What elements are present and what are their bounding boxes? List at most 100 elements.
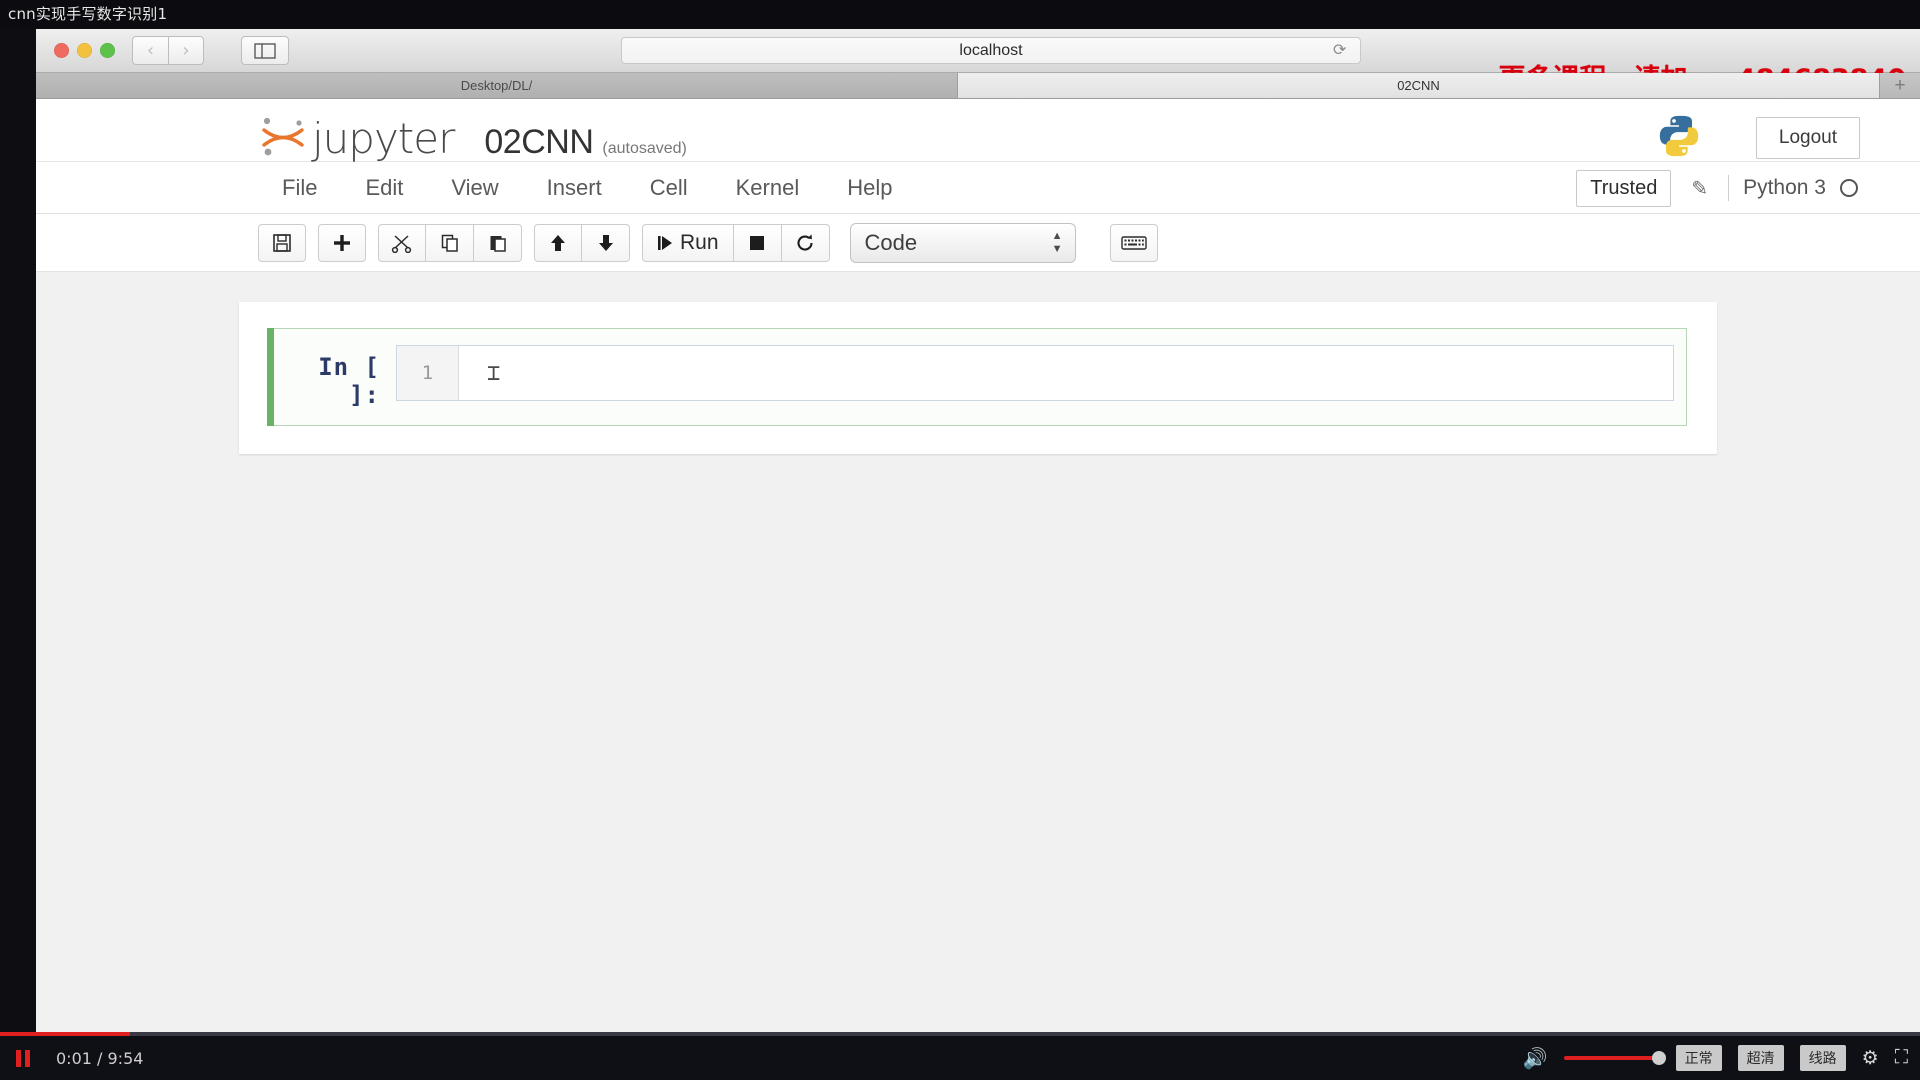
tab-strip: Desktop/DL/ 02CNN +: [36, 73, 1920, 99]
new-tab-button[interactable]: +: [1880, 73, 1920, 98]
notebook-cell[interactable]: In [ ]: 1 ⌶: [239, 328, 1717, 426]
jupyter-brand[interactable]: jupyter 02CNN (autosaved): [258, 107, 687, 163]
jupyter-logo-icon: [262, 117, 304, 156]
speaker-icon[interactable]: 🔊: [1523, 1046, 1548, 1071]
sidebar-toggle-icon: [254, 42, 276, 59]
save-button[interactable]: [258, 223, 306, 262]
notebook-body: In [ ]: 1 ⌶: [36, 272, 1920, 1032]
browser-toolbar: ‹ › localhost ⟳ 更多课程，请加qq:484683840: [36, 29, 1920, 95]
browser-window: ‹ › localhost ⟳ 更多课程，请加qq:484683840 Desk…: [36, 29, 1920, 1032]
run-button-label: Run: [680, 230, 719, 254]
menu-view[interactable]: View: [427, 169, 522, 207]
code-line-number: 1: [397, 346, 459, 400]
toolbar-group-clipboard: [378, 223, 522, 262]
gear-icon[interactable]: ⚙: [1862, 1047, 1879, 1070]
command-palette-button[interactable]: [1109, 223, 1158, 262]
arrow-up-icon: [551, 234, 565, 251]
quality-button-hd[interactable]: 超清: [1737, 1045, 1784, 1071]
notebook-name[interactable]: 02CNN: [484, 123, 593, 162]
toolbar-group-save: [258, 223, 306, 262]
kernel-status-indicator[interactable]: [1840, 179, 1858, 197]
route-button[interactable]: 线路: [1799, 1045, 1846, 1071]
restart-icon: [797, 234, 813, 251]
logout-button[interactable]: Logout: [1755, 117, 1860, 159]
toolbar-group-move: [534, 223, 630, 262]
cut-button[interactable]: [378, 223, 426, 262]
autosave-status: (autosaved): [602, 140, 687, 157]
menu-cell[interactable]: Cell: [626, 169, 712, 207]
menu-kernel[interactable]: Kernel: [712, 169, 824, 207]
run-icon: [658, 235, 672, 250]
sidebar-toggle-button[interactable]: [241, 36, 289, 65]
quality-button-normal[interactable]: 正常: [1675, 1045, 1722, 1071]
kernel-name-label: Python 3: [1743, 176, 1826, 199]
move-cell-down-button[interactable]: [582, 223, 630, 262]
maximize-window-button[interactable]: [100, 43, 115, 58]
trusted-badge[interactable]: Trusted: [1576, 169, 1672, 207]
pencil-icon[interactable]: ✎: [1685, 176, 1714, 201]
cell-content[interactable]: In [ ]: 1 ⌶: [274, 328, 1687, 426]
paste-icon: [490, 235, 506, 252]
move-cell-up-button[interactable]: [534, 223, 582, 262]
close-window-button[interactable]: [54, 43, 69, 58]
volume-slider-knob[interactable]: [1651, 1051, 1666, 1065]
jupyter-notebook-page: jupyter 02CNN (autosaved) Logout File Ed…: [36, 99, 1920, 1032]
cell-input-prompt: In [ ]:: [318, 353, 380, 409]
arrow-down-icon: [598, 234, 613, 251]
jupyter-wordmark: jupyter: [312, 114, 455, 163]
pause-icon-bar-right: [25, 1049, 30, 1067]
window-controls[interactable]: [54, 43, 115, 58]
copy-button[interactable]: [426, 223, 474, 262]
menubar-right-group: Trusted ✎ Python 3: [1576, 162, 1858, 214]
video-timecode: 0:01 / 9:54: [56, 1048, 144, 1068]
add-cell-icon: [334, 234, 350, 251]
menu-help[interactable]: Help: [823, 169, 916, 207]
restart-kernel-button[interactable]: [781, 223, 830, 262]
video-control-bar: 0:01 / 9:54 🔊 正常 超清 线路 ⚙ ⛶: [0, 1032, 1920, 1080]
toolbar-group-insert: [318, 223, 366, 262]
tab-02cnn[interactable]: 02CNN: [958, 73, 1880, 98]
video-controls-right: 🔊 正常 超清 线路 ⚙ ⛶: [1523, 1036, 1908, 1080]
pause-icon-bar-left: [16, 1049, 21, 1067]
interrupt-kernel-button[interactable]: [733, 223, 782, 262]
python-logo: [1659, 115, 1699, 157]
address-bar-text: localhost: [959, 41, 1023, 59]
video-controls-left: 0:01 / 9:54: [0, 1036, 143, 1080]
cell-selection-bar: [267, 328, 274, 426]
keyboard-icon: [1120, 235, 1147, 250]
jupyter-header: jupyter 02CNN (autosaved) Logout: [36, 99, 1920, 163]
nav-buttons[interactable]: ‹ ›: [132, 36, 204, 65]
reload-icon[interactable]: ⟳: [1333, 42, 1351, 60]
minimize-window-button[interactable]: [77, 43, 92, 58]
paste-button[interactable]: [474, 223, 522, 262]
jupyter-toolbar: Run Code ▲ ▼: [36, 214, 1920, 272]
volume-slider[interactable]: [1563, 1051, 1666, 1065]
cell-type-select[interactable]: Code ▲ ▼: [849, 222, 1076, 263]
back-button[interactable]: ‹: [132, 36, 168, 65]
menu-edit[interactable]: Edit: [341, 169, 427, 207]
code-editor[interactable]: 1 ⌶: [396, 345, 1674, 401]
pause-button[interactable]: [0, 1049, 46, 1067]
chevron-updown-icon: ▲ ▼: [1051, 229, 1063, 255]
stop-icon: [750, 235, 765, 250]
toolbar-group-keyboard: [1109, 223, 1174, 262]
toolbar-group-run: Run: [642, 223, 830, 262]
jupyter-menubar: File Edit View Insert Cell Kernel Help T…: [36, 162, 1920, 214]
run-button[interactable]: Run: [642, 223, 734, 262]
copy-icon: [441, 234, 458, 252]
notebook-sheet: In [ ]: 1 ⌶: [239, 302, 1717, 454]
video-title: cnn实现手写数字识别1: [0, 0, 1920, 29]
screen-recording: cnn实现手写数字识别1 ‹ › localhost ⟳ Desktop/DL/…: [0, 0, 1920, 1080]
save-icon: [273, 233, 291, 252]
cell-type-value: Code: [864, 229, 918, 255]
forward-button[interactable]: ›: [168, 36, 204, 65]
fullscreen-icon[interactable]: ⛶: [1895, 1047, 1908, 1069]
tab-desktop-dl[interactable]: Desktop/DL/: [36, 73, 958, 98]
text-cursor-icon: ⌶: [487, 360, 501, 386]
menubar-divider: [1728, 175, 1730, 201]
address-bar[interactable]: localhost ⟳: [621, 37, 1361, 64]
menu-file[interactable]: File: [258, 169, 341, 207]
insert-cell-button[interactable]: [318, 223, 366, 262]
menu-insert[interactable]: Insert: [523, 169, 626, 207]
cut-icon: [391, 234, 412, 253]
